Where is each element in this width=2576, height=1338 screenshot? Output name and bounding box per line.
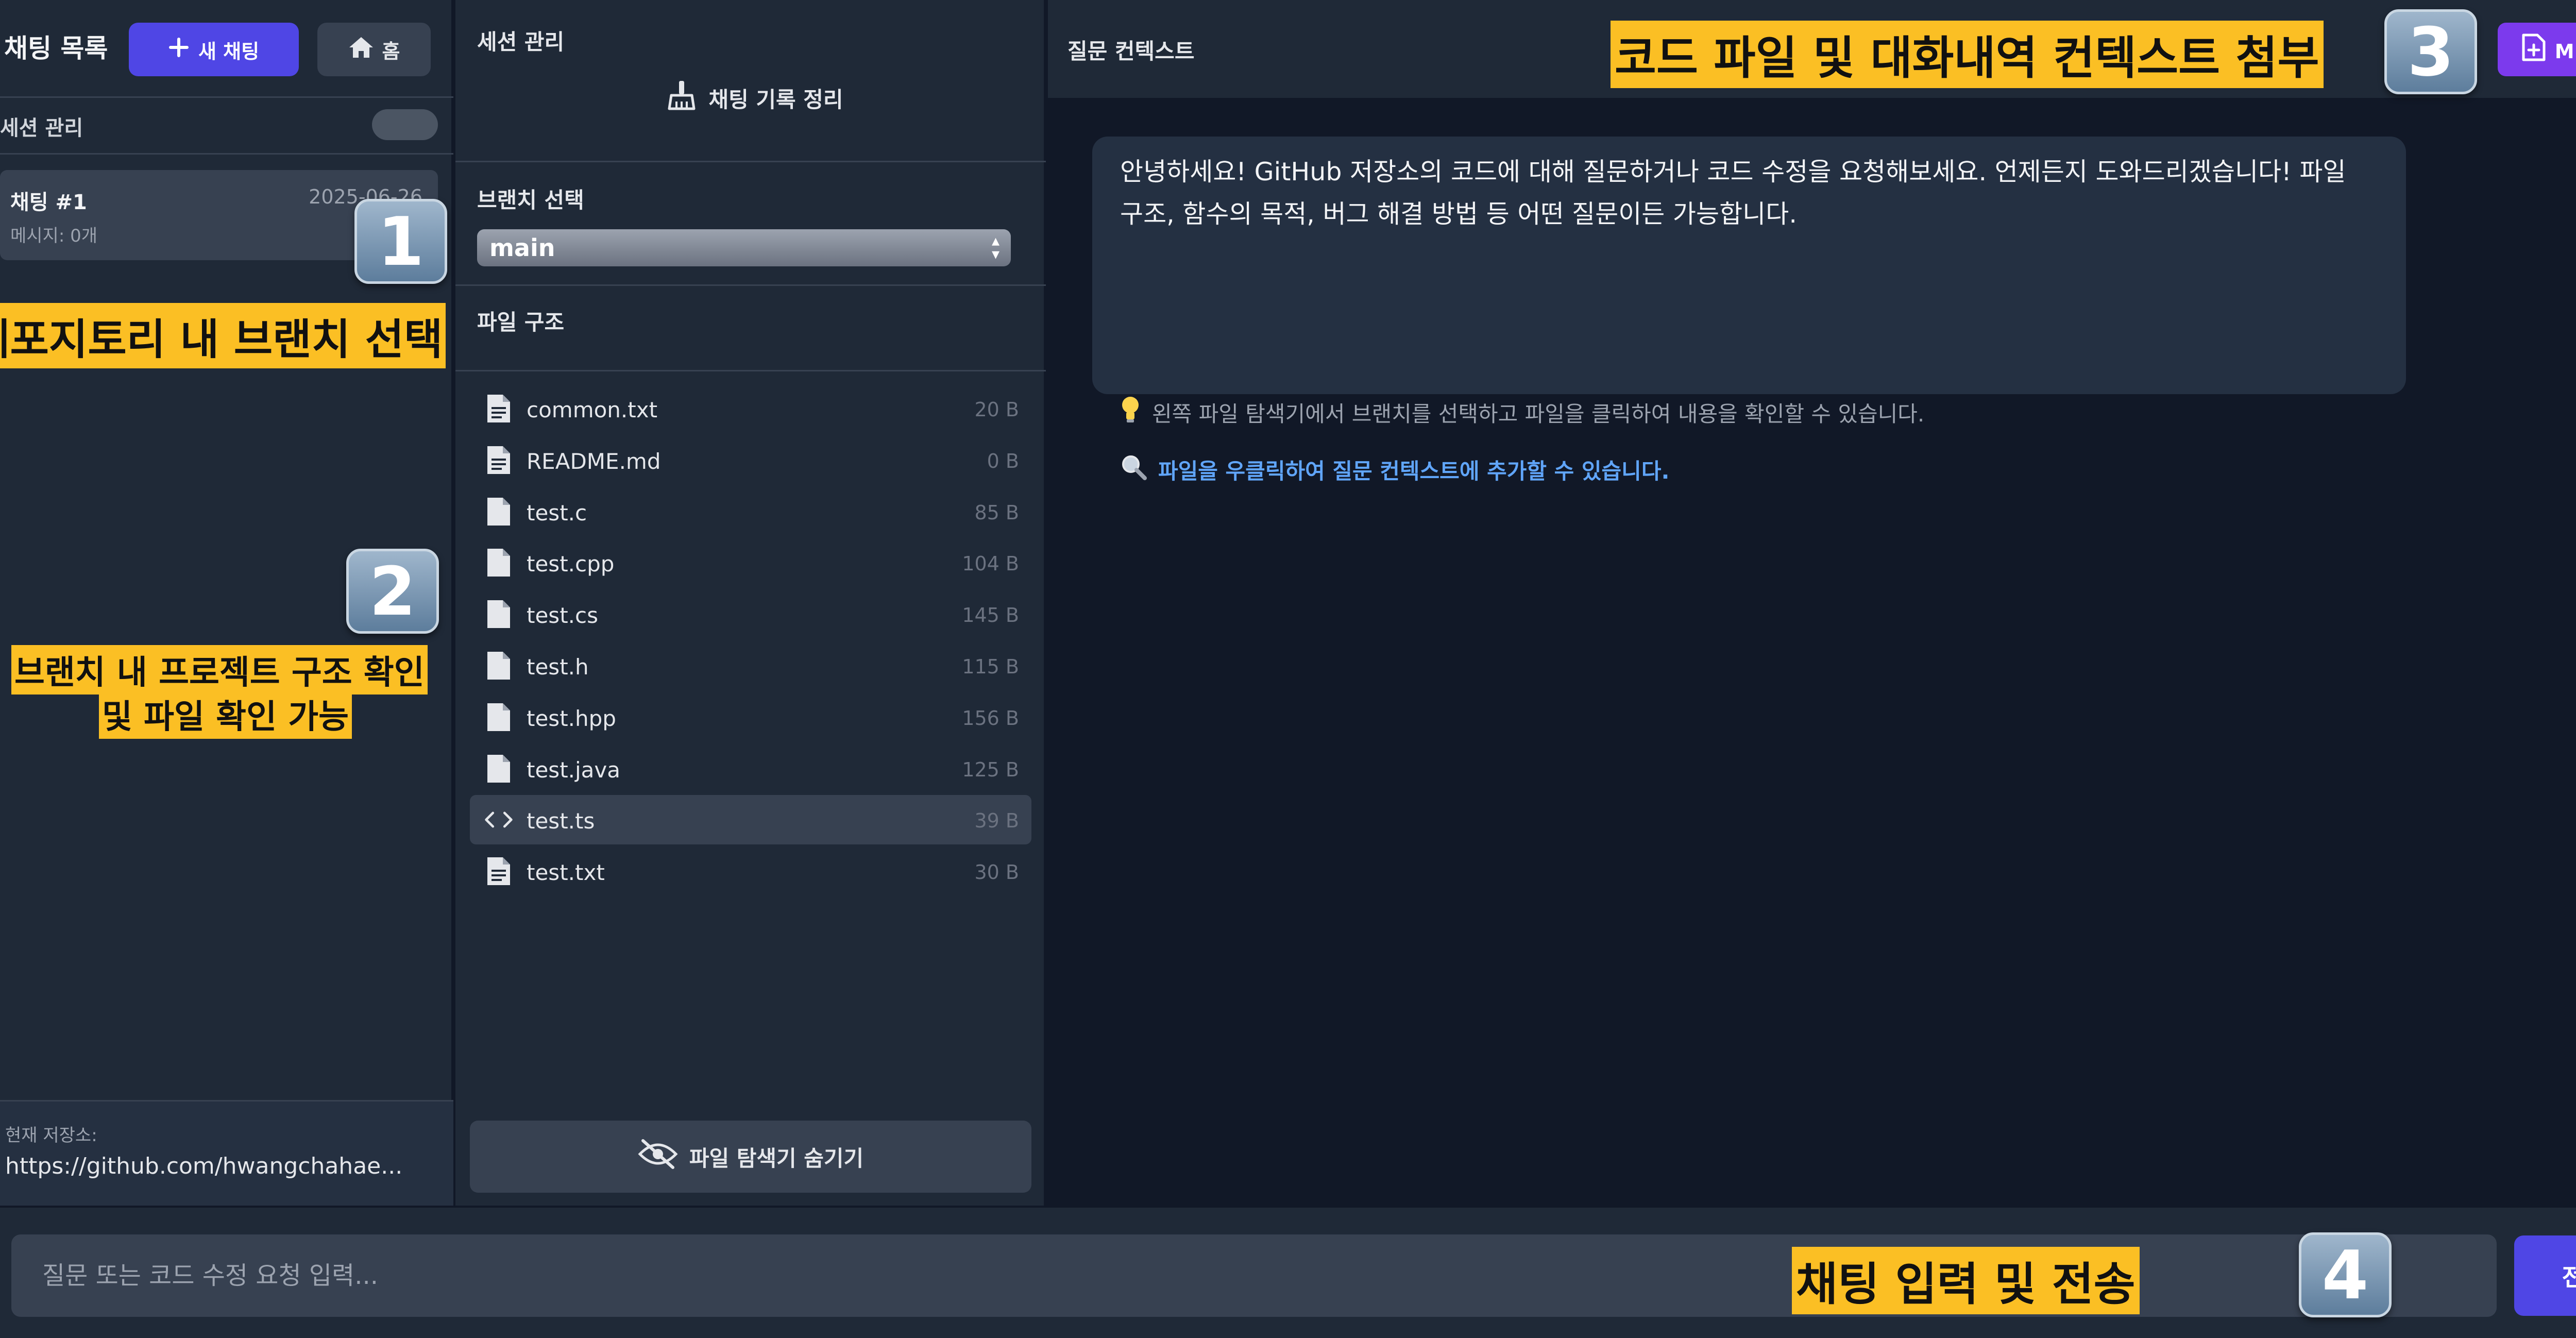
file-size: 115 B	[962, 655, 1019, 678]
clear-chat-history-button[interactable]: 채팅 기록 정리	[646, 72, 862, 124]
current-repo-footer: 현재 저장소: https://github.com/hwangchahae..…	[0, 1100, 453, 1206]
send-button[interactable]: 전송	[2514, 1235, 2576, 1316]
new-chat-label: 새 채팅	[198, 40, 260, 63]
question-context-title: 질문 컨텍스트	[1067, 39, 1195, 64]
tip-add-context-text: 파일을 우클릭하여 질문 컨텍스트에 추가할 수 있습니다.	[1158, 458, 1670, 484]
session-toggle[interactable]	[372, 109, 438, 140]
md-add-label: MD 추가	[2554, 40, 2576, 63]
annotation-3-text: 코드 파일 및 대화내역 컨텍스트 첨부	[1611, 21, 2324, 88]
file-row[interactable]: README.md 0 B	[470, 435, 1031, 485]
annotation-1-text: 레포지토리 내 브랜치 선택	[0, 303, 446, 368]
file-size: 0 B	[987, 449, 1019, 472]
file-tree-list: common.txt 20 B README.md 0 B test.c 85 …	[470, 384, 1031, 898]
annotation-4-text: 채팅 입력 및 전송	[1792, 1247, 2140, 1314]
file-row-selected[interactable]: test.ts 39 B	[470, 795, 1031, 845]
app-window: 채팅 목록 새 채팅 홈 세션 관리 채팅 #1 2025-06-26 메시지:…	[0, 0, 2576, 1338]
annotation-3-badge: 3	[2384, 9, 2477, 94]
file-size: 125 B	[962, 758, 1019, 781]
branch-select-section: 브랜치 선택 main ▴ ▾	[455, 162, 1046, 286]
file-name: README.md	[527, 448, 661, 474]
file-size: 145 B	[962, 604, 1019, 627]
chat-list-header: 채팅 목록 새 채팅 홈	[0, 0, 453, 98]
file-name: test.h	[527, 654, 589, 680]
chat-item-message-count: 메시지: 0개	[10, 226, 98, 246]
file-size: 156 B	[962, 706, 1019, 730]
file-size: 30 B	[974, 861, 1019, 884]
plus-icon	[168, 37, 189, 62]
home-button[interactable]: 홈	[317, 23, 431, 76]
file-name: test.hpp	[527, 705, 616, 731]
file-explorer-panel: 세션 관리 채팅 기록 정리 브랜치 선택 main ▴ ▾ 파일 구조 com…	[455, 0, 1046, 1206]
branch-select-dropdown[interactable]: main ▴ ▾	[477, 229, 1011, 266]
file-name: test.c	[527, 500, 587, 526]
file-row[interactable]: test.c 85 B	[470, 487, 1031, 536]
file-name: test.cpp	[527, 551, 615, 577]
explorer-session-title: 세션 관리	[477, 29, 565, 55]
file-row[interactable]: test.hpp 156 B	[470, 692, 1031, 742]
file-plus-icon	[2522, 33, 2546, 66]
annotation-1-badge: 1	[354, 199, 447, 284]
tip-branch-select-text: 왼쪽 파일 탐색기에서 브랜치를 선택하고 파일을 클릭하여 내용을 확인할 수…	[1152, 401, 1925, 427]
branch-select-title: 브랜치 선택	[477, 188, 584, 213]
welcome-message-text: 안녕하세요! GitHub 저장소의 코드에 대해 질문하거나 코드 수정을 요…	[1120, 157, 2346, 229]
branch-selected-value: main	[489, 234, 555, 262]
text-file-icon	[483, 856, 514, 887]
file-row[interactable]: test.txt 30 B	[470, 846, 1031, 896]
welcome-message-card: 안녕하세요! GitHub 저장소의 코드에 대해 질문하거나 코드 수정을 요…	[1092, 137, 2406, 484]
magnifier-icon	[1120, 453, 1147, 485]
file-size: 39 B	[974, 809, 1019, 833]
annotation-2-text-line1: 브랜치 내 프로젝트 구조 확인	[11, 645, 428, 695]
hide-file-explorer-button[interactable]: 파일 탐색기 숨기기	[470, 1121, 1031, 1193]
text-file-icon	[483, 445, 514, 476]
home-label: 홈	[382, 40, 400, 63]
file-row[interactable]: test.java 125 B	[470, 744, 1031, 793]
text-file-icon	[483, 393, 514, 424]
file-size: 20 B	[974, 398, 1019, 421]
chat-view-panel: 질문 컨텍스트 MD 추가 안녕하세요! GitHub 저장소의 코드에 대해 …	[1048, 0, 2576, 1206]
annotation-2-badge: 2	[346, 549, 439, 634]
chat-list-title: 채팅 목록	[4, 33, 108, 63]
file-row[interactable]: common.txt 20 B	[470, 384, 1031, 433]
current-repo-url[interactable]: https://github.com/hwangchahae...	[5, 1153, 438, 1179]
broom-icon	[665, 79, 698, 117]
file-row[interactable]: test.cs 145 B	[470, 589, 1031, 639]
select-arrows-icon: ▴ ▾	[991, 232, 999, 263]
file-size: 104 B	[962, 552, 1019, 575]
clear-chat-history-label: 채팅 기록 정리	[708, 87, 843, 112]
file-name: test.cs	[527, 603, 598, 629]
lightbulb-icon	[1120, 396, 1141, 429]
hide-file-explorer-label: 파일 탐색기 숨기기	[689, 1145, 864, 1171]
eye-off-icon	[638, 1139, 678, 1175]
session-management-row: 세션 관리	[0, 98, 453, 155]
file-row[interactable]: test.cpp 104 B	[470, 538, 1031, 587]
file-size: 85 B	[974, 501, 1019, 524]
file-icon	[483, 753, 514, 784]
file-icon	[483, 650, 514, 681]
annotation-2-text-line2: 및 파일 확인 가능	[99, 689, 352, 739]
file-icon	[483, 547, 514, 578]
chat-input-bar: 전송	[0, 1206, 2576, 1338]
annotation-4-badge: 4	[2299, 1232, 2392, 1317]
file-tree-divider	[455, 370, 1046, 371]
code-icon	[483, 804, 514, 835]
md-add-button[interactable]: MD 추가	[2498, 23, 2576, 76]
current-repo-label: 현재 저장소:	[5, 1125, 97, 1146]
file-tree-title: 파일 구조	[477, 310, 565, 335]
home-icon	[348, 36, 374, 63]
new-chat-button[interactable]: 새 채팅	[129, 23, 299, 76]
session-management-label: 세션 관리	[0, 116, 83, 140]
chat-item-name: 채팅 #1	[10, 191, 87, 214]
file-name: test.java	[527, 757, 621, 783]
file-name: test.ts	[527, 808, 595, 834]
file-icon	[483, 496, 514, 527]
file-icon	[483, 599, 514, 630]
file-name: test.txt	[527, 860, 605, 886]
tip-branch-select: 왼쪽 파일 탐색기에서 브랜치를 선택하고 파일을 클릭하여 내용을 확인할 수…	[1120, 397, 1924, 428]
file-icon	[483, 702, 514, 733]
explorer-session-section: 세션 관리 채팅 기록 정리	[455, 0, 1046, 162]
tip-add-context: 파일을 우클릭하여 질문 컨텍스트에 추가할 수 있습니다.	[1120, 454, 1669, 485]
file-name: common.txt	[527, 397, 658, 422]
file-row[interactable]: test.h 115 B	[470, 641, 1031, 690]
